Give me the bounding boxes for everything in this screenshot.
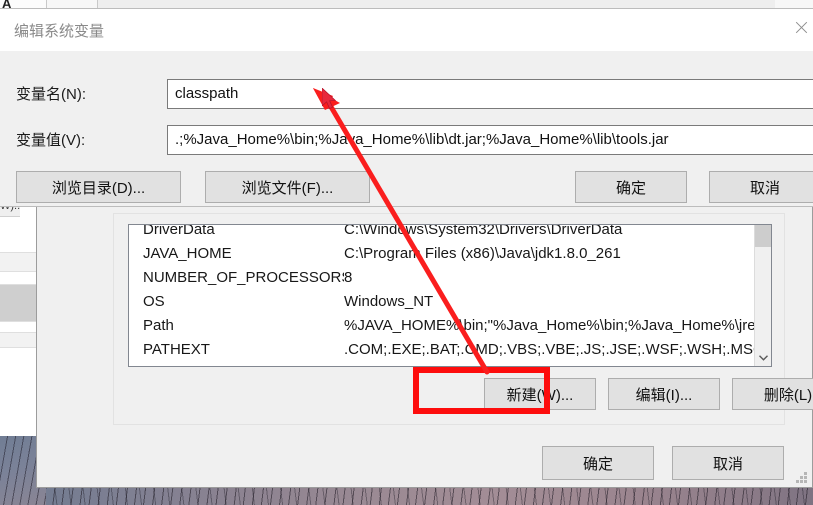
table-row[interactable]: NUMBER_OF_PROCESSORS 8: [129, 265, 755, 289]
env-ok-button[interactable]: 确定: [542, 446, 654, 480]
table-row[interactable]: DriverData C:\Windows\System32\Drivers\D…: [129, 224, 755, 241]
table-row[interactable]: PATHEXT .COM;.EXE;.BAT;.CMD;.VBS;.VBE;.J…: [129, 337, 755, 361]
variable-value-input[interactable]: .;%Java_Home%\bin;%Java_Home%\lib\dt.jar…: [167, 125, 813, 155]
variable-value-label: 变量值(V):: [16, 132, 86, 149]
system-variables-rows: DriverData C:\Windows\System32\Drivers\D…: [129, 224, 755, 361]
screen: W)... A DriverData C:\Windows\System32\D…: [0, 0, 813, 505]
browse-file-button[interactable]: 浏览文件(F)...: [205, 171, 370, 203]
env-cancel-button[interactable]: 取消: [672, 446, 784, 480]
browse-buttons: 浏览目录(D)... 浏览文件(F)...: [16, 171, 370, 203]
background-window-left[interactable]: [0, 196, 39, 436]
variable-name: DriverData: [143, 224, 215, 238]
resize-grip-icon[interactable]: [795, 471, 807, 483]
variable-value: %JAVA_HOME%\bin;"%Java_Home%\bin;%Java_H…: [344, 316, 755, 334]
dialog-title: 编辑系统变量: [14, 23, 105, 40]
variable-name-input[interactable]: classpath: [167, 79, 813, 109]
system-variables-panel: DriverData C:\Windows\System32\Drivers\D…: [113, 213, 813, 425]
variable-value-row: 变量值(V): .;%Java_Home%\bin;%Java_Home%\li…: [0, 125, 813, 155]
variable-value: Windows_NT: [344, 292, 434, 310]
variable-name: Path: [143, 316, 174, 334]
delete-variable-button[interactable]: 删除(L): [732, 378, 813, 410]
list-scrollbar[interactable]: [754, 225, 771, 366]
variable-value: .COM;.EXE;.BAT;.CMD;.VBS;.VBE;.JS;.JSE;.…: [344, 340, 755, 358]
variable-name-row: 变量名(N): classpath: [0, 79, 813, 109]
chevron-down-icon[interactable]: [755, 349, 771, 366]
system-variables-list[interactable]: DriverData C:\Windows\System32\Drivers\D…: [128, 224, 772, 367]
new-variable-button[interactable]: 新建(W)...: [484, 378, 596, 410]
dialog-ok-button[interactable]: 确定: [575, 171, 687, 203]
variable-action-buttons: 新建(W)... 编辑(I)... 删除(L): [484, 378, 813, 410]
variable-value: C:\Program Files (x86)\Java\jdk1.8.0_261: [344, 244, 621, 262]
variable-name: PATHEXT: [143, 340, 210, 358]
edit-system-variable-dialog: 编辑系统变量 变量名(N): classpath 变量值(V): .;%Java…: [0, 8, 813, 207]
table-row[interactable]: OS Windows_NT: [129, 289, 755, 313]
browse-directory-button[interactable]: 浏览目录(D)...: [16, 171, 181, 203]
close-icon[interactable]: [794, 21, 808, 35]
table-row[interactable]: Path %JAVA_HOME%\bin;"%Java_Home%\bin;%J…: [129, 313, 755, 337]
variable-name-label: 变量名(N):: [16, 86, 86, 103]
variable-name: JAVA_HOME: [143, 244, 232, 262]
background-window-row-1: [0, 252, 38, 272]
variable-value: C:\Windows\System32\Drivers\DriverData: [344, 224, 623, 238]
variable-name: OS: [143, 292, 165, 310]
edit-variable-button[interactable]: 编辑(I)...: [608, 378, 720, 410]
table-row[interactable]: JAVA_HOME C:\Program Files (x86)\Java\jd…: [129, 241, 755, 265]
background-window-row-3: [0, 332, 38, 348]
scrollbar-thumb[interactable]: [755, 225, 771, 247]
variable-name: NUMBER_OF_PROCESSORS: [143, 268, 344, 286]
dialog-titlebar[interactable]: 编辑系统变量: [0, 9, 813, 51]
background-window-row-2: [0, 284, 38, 322]
desktop-wallpaper: [0, 488, 813, 505]
environment-window-footer: 确定 取消: [542, 446, 784, 480]
environment-variables-window: DriverData C:\Windows\System32\Drivers\D…: [36, 200, 813, 488]
dialog-confirm-buttons: 确定 取消: [575, 171, 813, 203]
dialog-body: 变量名(N): classpath 变量值(V): .;%Java_Home%\…: [0, 51, 813, 206]
dialog-cancel-button[interactable]: 取消: [709, 171, 813, 203]
variable-value: 8: [344, 268, 353, 286]
